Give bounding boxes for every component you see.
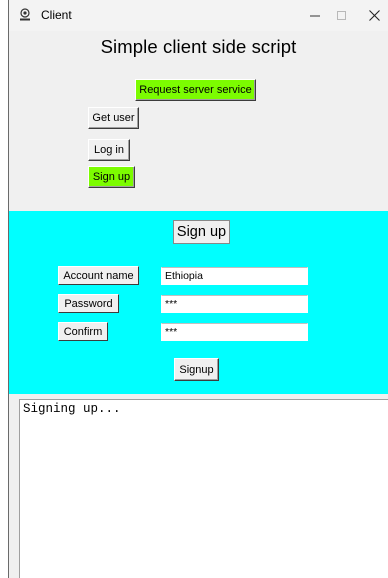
log-in-button[interactable]: Log in	[88, 139, 130, 161]
sign-up-button[interactable]: Sign up	[88, 166, 135, 188]
password-field[interactable]: ***	[161, 295, 308, 313]
app-icon	[18, 8, 32, 22]
signup-heading: Sign up	[173, 220, 230, 244]
request-server-service-button[interactable]: Request server service	[135, 79, 256, 101]
close-button[interactable]	[357, 0, 388, 31]
output-panel: Signing up...	[9, 394, 388, 578]
window-title: Client	[41, 8, 72, 22]
confirm-label: Confirm	[58, 322, 108, 341]
actions-panel: Simple client side script Request server…	[9, 31, 388, 211]
account-name-label: Account name	[58, 266, 139, 285]
signup-form: Sign up Account name Ethiopia Password *…	[9, 211, 388, 394]
password-label: Password	[58, 294, 119, 313]
client-window: Client Simple client side script Request…	[0, 0, 388, 578]
window-left-edge	[0, 0, 8, 578]
maximize-button[interactable]	[325, 0, 359, 31]
title-bar[interactable]: Client	[9, 0, 388, 31]
minimize-icon	[310, 15, 320, 16]
maximize-icon	[337, 10, 346, 20]
account-name-field[interactable]: Ethiopia	[161, 267, 308, 285]
output-log[interactable]: Signing up...	[19, 399, 388, 578]
page-title: Simple client side script	[100, 36, 297, 57]
get-user-button[interactable]: Get user	[88, 107, 139, 129]
confirm-password-field[interactable]: ***	[161, 323, 308, 341]
signup-submit-button[interactable]: Signup	[174, 358, 219, 381]
close-icon	[368, 10, 380, 21]
